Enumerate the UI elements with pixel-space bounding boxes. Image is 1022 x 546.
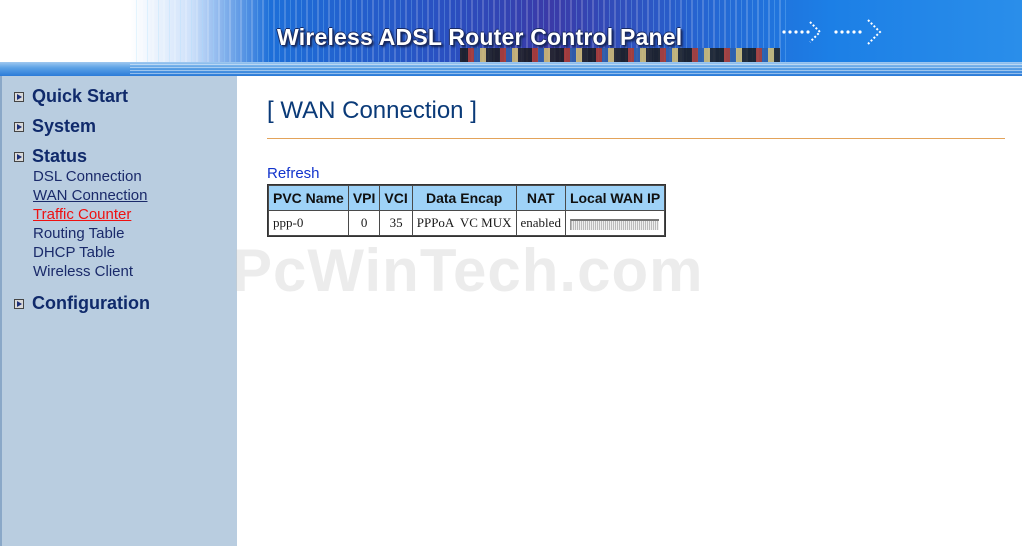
arrow-bullet-icon <box>14 121 24 132</box>
arrow-bullet-icon <box>14 91 24 102</box>
arrow-right-icon <box>782 19 882 45</box>
cell-vpi: 0 <box>348 211 380 235</box>
sidebar-section-label: Configuration <box>32 293 150 313</box>
cell-vci: 35 <box>380 211 412 235</box>
table-header-row: PVC Name VPI VCI Data Encap NAT Local WA… <box>269 186 665 210</box>
column-header-vci: VCI <box>380 186 412 210</box>
sidebar-section-label: Quick Start <box>32 86 129 106</box>
cell-data-encap: PPPoA VC MUX <box>412 211 516 235</box>
sidebar-item-configuration[interactable]: Configuration <box>14 293 150 314</box>
column-header-local-wan-ip: Local WAN IP <box>565 186 665 210</box>
sidebar-section-label: Status <box>32 146 88 166</box>
title-divider <box>267 138 1005 139</box>
refresh-link[interactable]: Refresh <box>267 165 320 182</box>
page-title: [ WAN Connection ] <box>267 97 477 124</box>
sidebar-item-wan-connection[interactable]: WAN Connection <box>33 187 148 204</box>
sidebar-item-system[interactable]: System <box>14 116 96 137</box>
cell-nat: enabled <box>516 211 565 235</box>
table-row: ppp-0 0 35 PPPoA VC MUX enabled <box>269 211 665 235</box>
local-wan-ip-value <box>569 218 659 230</box>
sidebar-item-dhcp-table[interactable]: DHCP Table <box>33 244 115 261</box>
sidebar-item-status[interactable]: Status <box>14 146 87 167</box>
watermark: PcWinTech.com <box>232 237 704 304</box>
column-header-data-encap: Data Encap <box>412 186 516 210</box>
column-header-vpi: VPI <box>348 186 380 210</box>
sidebar-section-label: System <box>32 116 97 136</box>
sidebar-item-dsl-connection[interactable]: DSL Connection <box>33 168 142 185</box>
column-header-nat: NAT <box>516 186 565 210</box>
column-header-pvc-name: PVC Name <box>269 186 348 210</box>
cell-local-wan-ip <box>565 211 665 235</box>
sidebar-item-routing-table[interactable]: Routing Table <box>33 225 124 242</box>
sidebar-item-traffic-counter[interactable]: Traffic Counter <box>33 206 131 223</box>
wan-connection-table: PVC Name VPI VCI Data Encap NAT Local WA… <box>267 184 667 237</box>
sidebar-item-wireless-client[interactable]: Wireless Client <box>33 263 133 280</box>
arrow-bullet-icon <box>14 298 24 309</box>
banner-bottom-lines <box>130 64 1022 74</box>
cell-pvc-name: ppp-0 <box>269 211 348 235</box>
header-banner: Wireless ADSL Router Control Panel <box>0 0 1022 76</box>
sidebar-item-quick-start[interactable]: Quick Start <box>14 86 128 107</box>
arrow-bullet-icon <box>14 151 24 162</box>
banner-title: Wireless ADSL Router Control Panel <box>277 24 683 50</box>
